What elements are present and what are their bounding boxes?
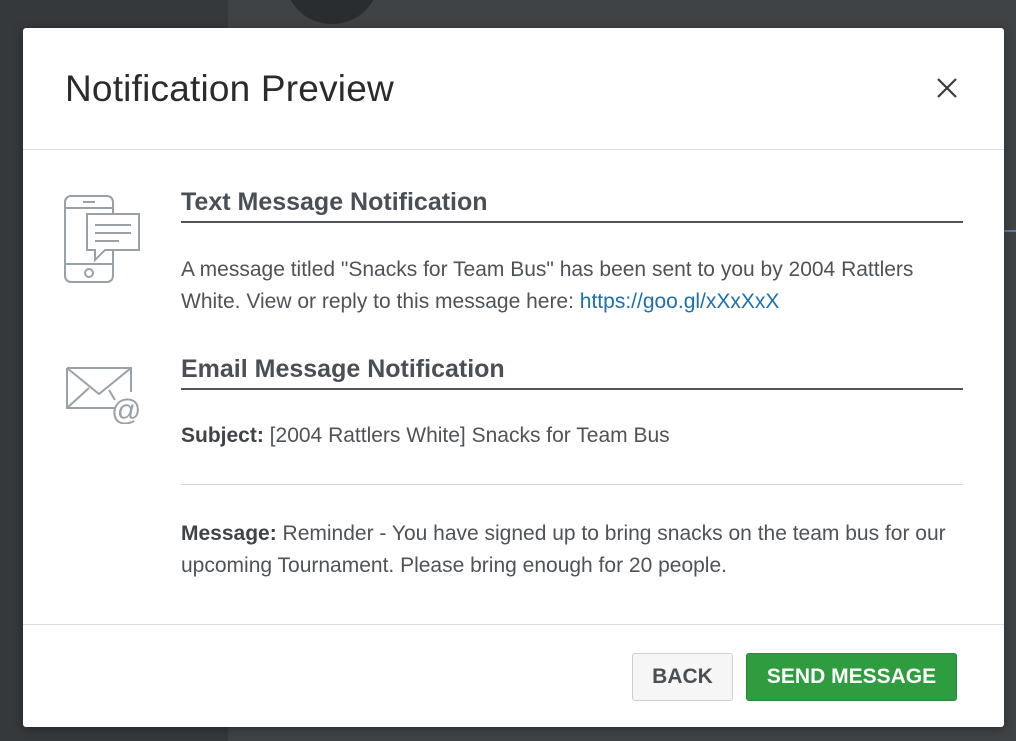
modal-title: Notification Preview [65, 68, 394, 109]
text-notification-title: Text Message Notification [181, 188, 963, 223]
close-button[interactable] [929, 70, 965, 106]
background-avatar [286, 0, 378, 24]
notification-preview-modal: Notification Preview Text Message Notifi… [23, 28, 1004, 727]
background-accent-line [1004, 230, 1016, 232]
subject-label: Subject: [181, 424, 264, 447]
text-notification-body: A message titled "Snacks for Team Bus" h… [181, 254, 971, 318]
close-icon [937, 78, 957, 98]
svg-text:@: @ [111, 394, 141, 424]
envelope-at-icon: @ [63, 362, 147, 429]
email-subject: Subject: [2004 Rattlers White] Snacks fo… [181, 420, 971, 452]
back-button[interactable]: BACK [632, 653, 733, 701]
modal-header: Notification Preview [23, 28, 1004, 150]
mobile-chat-icon [61, 192, 145, 293]
email-divider [181, 484, 963, 485]
email-message: Message: Reminder - You have signed up t… [181, 518, 971, 582]
text-notification-message: A message titled "Snacks for Team Bus" h… [181, 258, 914, 313]
message-value: Reminder - You have signed up to bring s… [181, 522, 946, 577]
message-label: Message: [181, 522, 277, 545]
modal-footer: BACK SEND MESSAGE [23, 624, 1004, 728]
message-link[interactable]: https://goo.gl/xXxXxX [580, 290, 780, 313]
email-notification-title: Email Message Notification [181, 355, 963, 390]
subject-value: [2004 Rattlers White] Snacks for Team Bu… [263, 424, 670, 447]
send-message-button[interactable]: SEND MESSAGE [746, 653, 957, 701]
